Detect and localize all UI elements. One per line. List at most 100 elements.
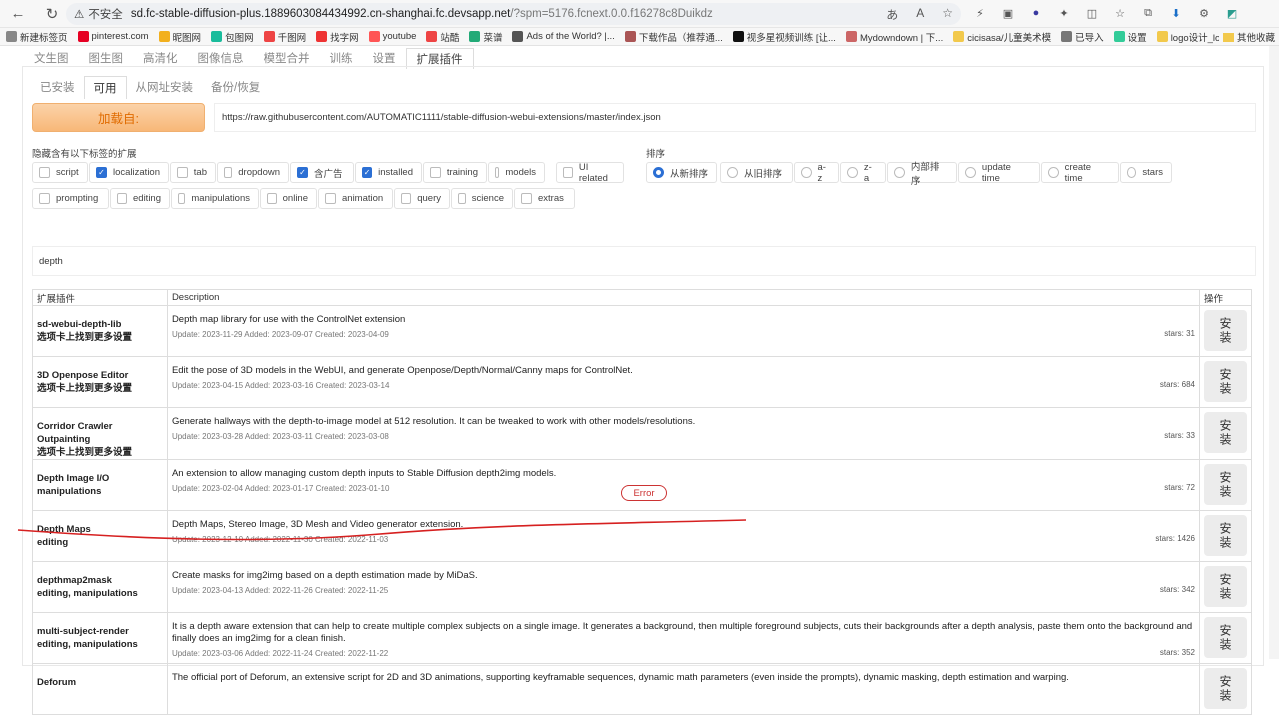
- bookmark-item[interactable]: 站酷: [426, 30, 459, 44]
- checkbox-icon[interactable]: [39, 193, 50, 204]
- favorites-icon[interactable]: ☆: [1112, 5, 1128, 21]
- subtab-3[interactable]: 备份/恢复: [202, 76, 269, 99]
- sort-option[interactable]: update time: [958, 162, 1040, 184]
- tag-filter-checkbox[interactable]: extras: [514, 188, 575, 209]
- checkbox-icon[interactable]: ✓: [362, 167, 373, 178]
- tag-filter-checkbox[interactable]: ✓ installed: [355, 162, 422, 183]
- radio-icon[interactable]: [965, 167, 976, 178]
- sort-option[interactable]: z-a: [840, 162, 886, 184]
- sort-option[interactable]: create time: [1041, 162, 1119, 184]
- install-button[interactable]: 安装: [1203, 617, 1247, 658]
- translate-icon[interactable]: あ: [886, 6, 898, 23]
- tag-filter-checkbox[interactable]: dropdown: [217, 162, 289, 183]
- subtab-2[interactable]: 从网址安装: [127, 76, 203, 99]
- bookmark-item[interactable]: 下载作品（推荐通...: [624, 30, 723, 44]
- checkbox-icon[interactable]: ✓: [96, 167, 107, 178]
- collections-icon[interactable]: ⧉: [1140, 5, 1156, 21]
- checkbox-icon[interactable]: [177, 167, 188, 178]
- bookmark-item[interactable]: 已导入: [1061, 30, 1104, 44]
- tag-filter-checkbox[interactable]: UI related: [556, 162, 624, 184]
- bookmark-item[interactable]: 包图网: [211, 30, 254, 44]
- extension-name-link[interactable]: sd-webui-depth-lib: [37, 318, 163, 331]
- bookmark-item[interactable]: 千图网: [263, 30, 306, 44]
- extension-name-link[interactable]: multi-subject-render: [37, 625, 163, 638]
- tag-filter-checkbox[interactable]: ✓ 含广告: [290, 162, 354, 183]
- install-button[interactable]: 安装: [1203, 668, 1247, 709]
- checkbox-icon[interactable]: [224, 167, 233, 178]
- tag-filter-checkbox[interactable]: training: [423, 162, 487, 183]
- bookmark-item[interactable]: 新建标签页: [6, 30, 68, 44]
- tag-filter-checkbox[interactable]: online: [260, 188, 317, 209]
- install-button[interactable]: 安装: [1203, 515, 1247, 556]
- extension-icon[interactable]: ●: [1028, 5, 1044, 21]
- sort-option[interactable]: 内部排序: [887, 162, 957, 187]
- extension-name-link[interactable]: depthmap2mask: [37, 574, 163, 587]
- checkbox-icon[interactable]: [563, 167, 573, 178]
- install-button[interactable]: 安装: [1203, 566, 1247, 607]
- address-bar[interactable]: ⚠ 不安全 sd.fc-stable-diffusion-plus.188960…: [66, 3, 961, 25]
- tag-filter-checkbox[interactable]: models: [488, 162, 545, 183]
- extension-icon[interactable]: ⚙: [1196, 5, 1212, 21]
- sort-option[interactable]: 从旧排序: [720, 162, 793, 183]
- checkbox-icon[interactable]: [267, 193, 277, 204]
- load-from-button[interactable]: 加载自:: [32, 103, 205, 132]
- bookmark-item[interactable]: Ads of the World? |...: [512, 31, 615, 42]
- tag-filter-checkbox[interactable]: animation: [318, 188, 393, 209]
- extension-name-link[interactable]: Deforum: [37, 676, 163, 689]
- sort-option[interactable]: a-z: [794, 162, 839, 184]
- sort-option[interactable]: stars: [1120, 162, 1172, 183]
- install-button[interactable]: 安装: [1203, 310, 1247, 351]
- checkbox-icon[interactable]: [401, 193, 412, 204]
- tag-filter-checkbox[interactable]: science: [451, 188, 513, 209]
- extension-name-link[interactable]: Depth Maps: [37, 523, 163, 536]
- extension-name-link[interactable]: Depth Image I/O: [37, 472, 163, 485]
- read-aloud-icon[interactable]: A: [916, 6, 924, 23]
- radio-icon[interactable]: [653, 167, 664, 178]
- checkbox-icon[interactable]: [458, 193, 466, 204]
- scrollbar[interactable]: [1269, 46, 1279, 659]
- checkbox-icon[interactable]: [521, 193, 532, 204]
- checkbox-icon[interactable]: [39, 167, 50, 178]
- checkbox-icon[interactable]: [495, 167, 500, 178]
- tag-filter-checkbox[interactable]: query: [394, 188, 450, 209]
- bookmark-item[interactable]: pinterest.com: [77, 31, 149, 42]
- checkbox-icon[interactable]: ✓: [297, 167, 308, 178]
- bookmark-item[interactable]: 昵图网: [158, 30, 201, 44]
- bookmark-item[interactable]: 视多星视频训练 [让...: [732, 30, 836, 44]
- sort-option[interactable]: 从新排序: [646, 162, 717, 183]
- reload-icon[interactable]: ↻: [40, 2, 64, 26]
- radio-icon[interactable]: [727, 167, 738, 178]
- tag-filter-checkbox[interactable]: tab: [170, 162, 216, 183]
- index-url-input[interactable]: https://raw.githubusercontent.com/AUTOMA…: [214, 103, 1256, 132]
- radio-icon[interactable]: [1048, 167, 1059, 178]
- install-button[interactable]: 安装: [1203, 361, 1247, 402]
- bookmark-item[interactable]: Mydowndown | 下...: [845, 30, 943, 44]
- tag-filter-checkbox[interactable]: ✓ localization: [89, 162, 169, 183]
- bookmark-item[interactable]: 找字网: [316, 30, 359, 44]
- checkbox-icon[interactable]: [325, 193, 336, 204]
- radio-icon[interactable]: [894, 167, 905, 178]
- radio-icon[interactable]: [801, 167, 812, 178]
- download-icon[interactable]: ⬇: [1168, 5, 1184, 21]
- extension-name-link[interactable]: 3D Openpose Editor: [37, 369, 163, 382]
- checkbox-icon[interactable]: [178, 193, 186, 204]
- install-button[interactable]: 安装: [1203, 464, 1247, 505]
- other-bookmarks[interactable]: 其他收藏: [1218, 28, 1279, 45]
- bookmark-item[interactable]: 菜谱: [469, 30, 502, 44]
- puzzle-icon[interactable]: ✦: [1056, 5, 1072, 21]
- bookmark-item[interactable]: 设置: [1113, 30, 1147, 44]
- tag-filter-checkbox[interactable]: script: [32, 162, 88, 183]
- extension-icon[interactable]: ◩: [1224, 5, 1240, 21]
- tag-filter-checkbox[interactable]: manipulations: [171, 188, 259, 209]
- checkbox-icon[interactable]: [117, 193, 127, 204]
- bookmark-item[interactable]: youtube: [368, 31, 416, 42]
- bookmark-item[interactable]: cicisasa/儿童美术模: [953, 30, 1051, 44]
- copy-icon[interactable]: ▣: [1000, 5, 1016, 21]
- favorite-star-icon[interactable]: ☆: [942, 6, 953, 23]
- radio-icon[interactable]: [1127, 167, 1137, 178]
- search-input[interactable]: depth: [32, 246, 1256, 276]
- subtab-0[interactable]: 已安装: [31, 76, 84, 99]
- split-screen-icon[interactable]: ◫: [1084, 5, 1100, 21]
- extension-name-link[interactable]: Corridor Crawler Outpainting: [37, 420, 163, 446]
- back-icon[interactable]: ←: [6, 2, 30, 26]
